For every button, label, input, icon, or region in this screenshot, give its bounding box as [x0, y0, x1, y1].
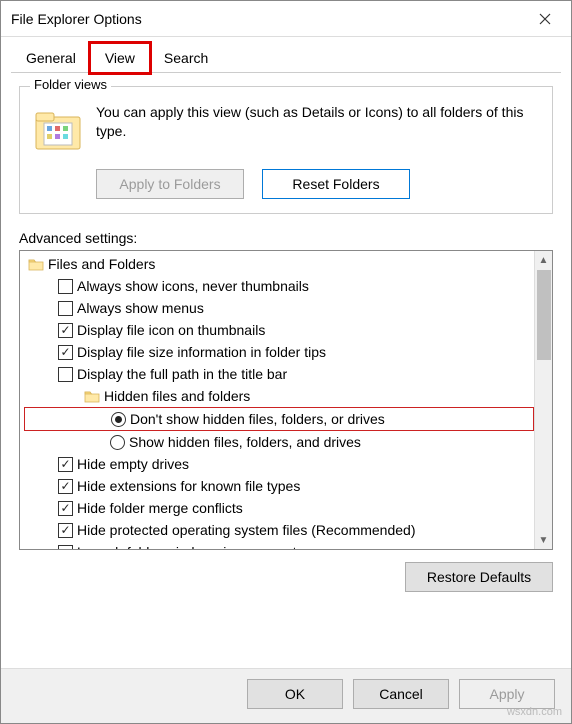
scrollbar[interactable]: ▲ ▼ [534, 251, 552, 549]
tree-radio-item[interactable]: Show hidden files, folders, and drives [24, 431, 534, 453]
tree-item[interactable]: Display the full path in the title bar [24, 363, 534, 385]
tree-item-label: Display file icon on thumbnails [77, 319, 265, 341]
tree-item-label: Hide extensions for known file types [77, 475, 300, 497]
checkbox-icon[interactable] [58, 301, 73, 316]
reset-folders-button[interactable]: Reset Folders [262, 169, 410, 199]
tree-item-label: Display the full path in the title bar [77, 363, 287, 385]
tree-item-label: Hide folder merge conflicts [77, 497, 243, 519]
close-icon [539, 13, 551, 25]
tree-item-label: Launch folder windows in a separate proc… [77, 541, 357, 549]
tree-root: Files and Folders [24, 253, 534, 275]
tab-general[interactable]: General [11, 43, 91, 73]
scroll-up-icon[interactable]: ▲ [535, 251, 553, 269]
tree-item[interactable]: Hide folder merge conflicts [24, 497, 534, 519]
tree-radio-item[interactable]: Don't show hidden files, folders, or dri… [24, 407, 534, 431]
titlebar: File Explorer Options [1, 1, 571, 37]
close-button[interactable] [523, 3, 567, 35]
tree-group-label: Hidden files and folders [104, 385, 250, 407]
dialog-window: File Explorer Options General View Searc… [0, 0, 572, 724]
radio-icon[interactable] [110, 435, 125, 450]
folder-views-icon [34, 107, 82, 155]
tree-item[interactable]: Display file icon on thumbnails [24, 319, 534, 341]
tree-item[interactable]: Always show icons, never thumbnails [24, 275, 534, 297]
folder-views-desc: You can apply this view (such as Details… [96, 103, 538, 141]
checkbox-icon[interactable] [58, 545, 73, 550]
tree-group: Hidden files and folders [24, 385, 534, 407]
tree-item[interactable]: Hide extensions for known file types [24, 475, 534, 497]
tree-item-label: Hide empty drives [77, 453, 189, 475]
checkbox-icon[interactable] [58, 523, 73, 538]
tab-view[interactable]: View [90, 43, 150, 73]
tree-item[interactable]: Always show menus [24, 297, 534, 319]
checkbox-icon[interactable] [58, 457, 73, 472]
tree-item-label: Show hidden files, folders, and drives [129, 431, 361, 453]
folder-views-legend: Folder views [30, 77, 111, 92]
cancel-button[interactable]: Cancel [353, 679, 449, 709]
tree-item-label: Hide protected operating system files (R… [77, 519, 416, 541]
tree-item-label: Don't show hidden files, folders, or dri… [130, 408, 385, 430]
tree-item[interactable]: Display file size information in folder … [24, 341, 534, 363]
restore-defaults-button[interactable]: Restore Defaults [405, 562, 553, 592]
watermark: wsxdn.com [507, 706, 562, 718]
apply-to-folders-button: Apply to Folders [96, 169, 244, 199]
apply-button: Apply [459, 679, 555, 709]
checkbox-icon[interactable] [58, 345, 73, 360]
tree-root-label: Files and Folders [48, 253, 155, 275]
tab-strip: General View Search [1, 37, 571, 73]
tree-item-label: Always show icons, never thumbnails [77, 275, 309, 297]
window-title: File Explorer Options [11, 11, 142, 27]
dialog-buttons: OK Cancel Apply [1, 668, 571, 723]
tree-item[interactable]: Launch folder windows in a separate proc… [24, 541, 534, 549]
radio-icon[interactable] [111, 412, 126, 427]
ok-button[interactable]: OK [247, 679, 343, 709]
advanced-settings-label: Advanced settings: [19, 230, 553, 246]
checkbox-icon[interactable] [58, 323, 73, 338]
tab-search[interactable]: Search [149, 43, 223, 73]
advanced-settings-tree: Files and FoldersAlways show icons, neve… [19, 250, 553, 550]
checkbox-icon[interactable] [58, 479, 73, 494]
folder-views-panel: Folder views You can apply this view (su… [19, 86, 553, 214]
checkbox-icon[interactable] [58, 367, 73, 382]
tree-item-label: Display file size information in folder … [77, 341, 326, 363]
scroll-thumb[interactable] [537, 270, 551, 360]
tree-item[interactable]: Hide protected operating system files (R… [24, 519, 534, 541]
checkbox-icon[interactable] [58, 279, 73, 294]
checkbox-icon[interactable] [58, 501, 73, 516]
tree-item[interactable]: Hide empty drives [24, 453, 534, 475]
scroll-down-icon[interactable]: ▼ [535, 531, 553, 549]
tree-item-label: Always show menus [77, 297, 204, 319]
